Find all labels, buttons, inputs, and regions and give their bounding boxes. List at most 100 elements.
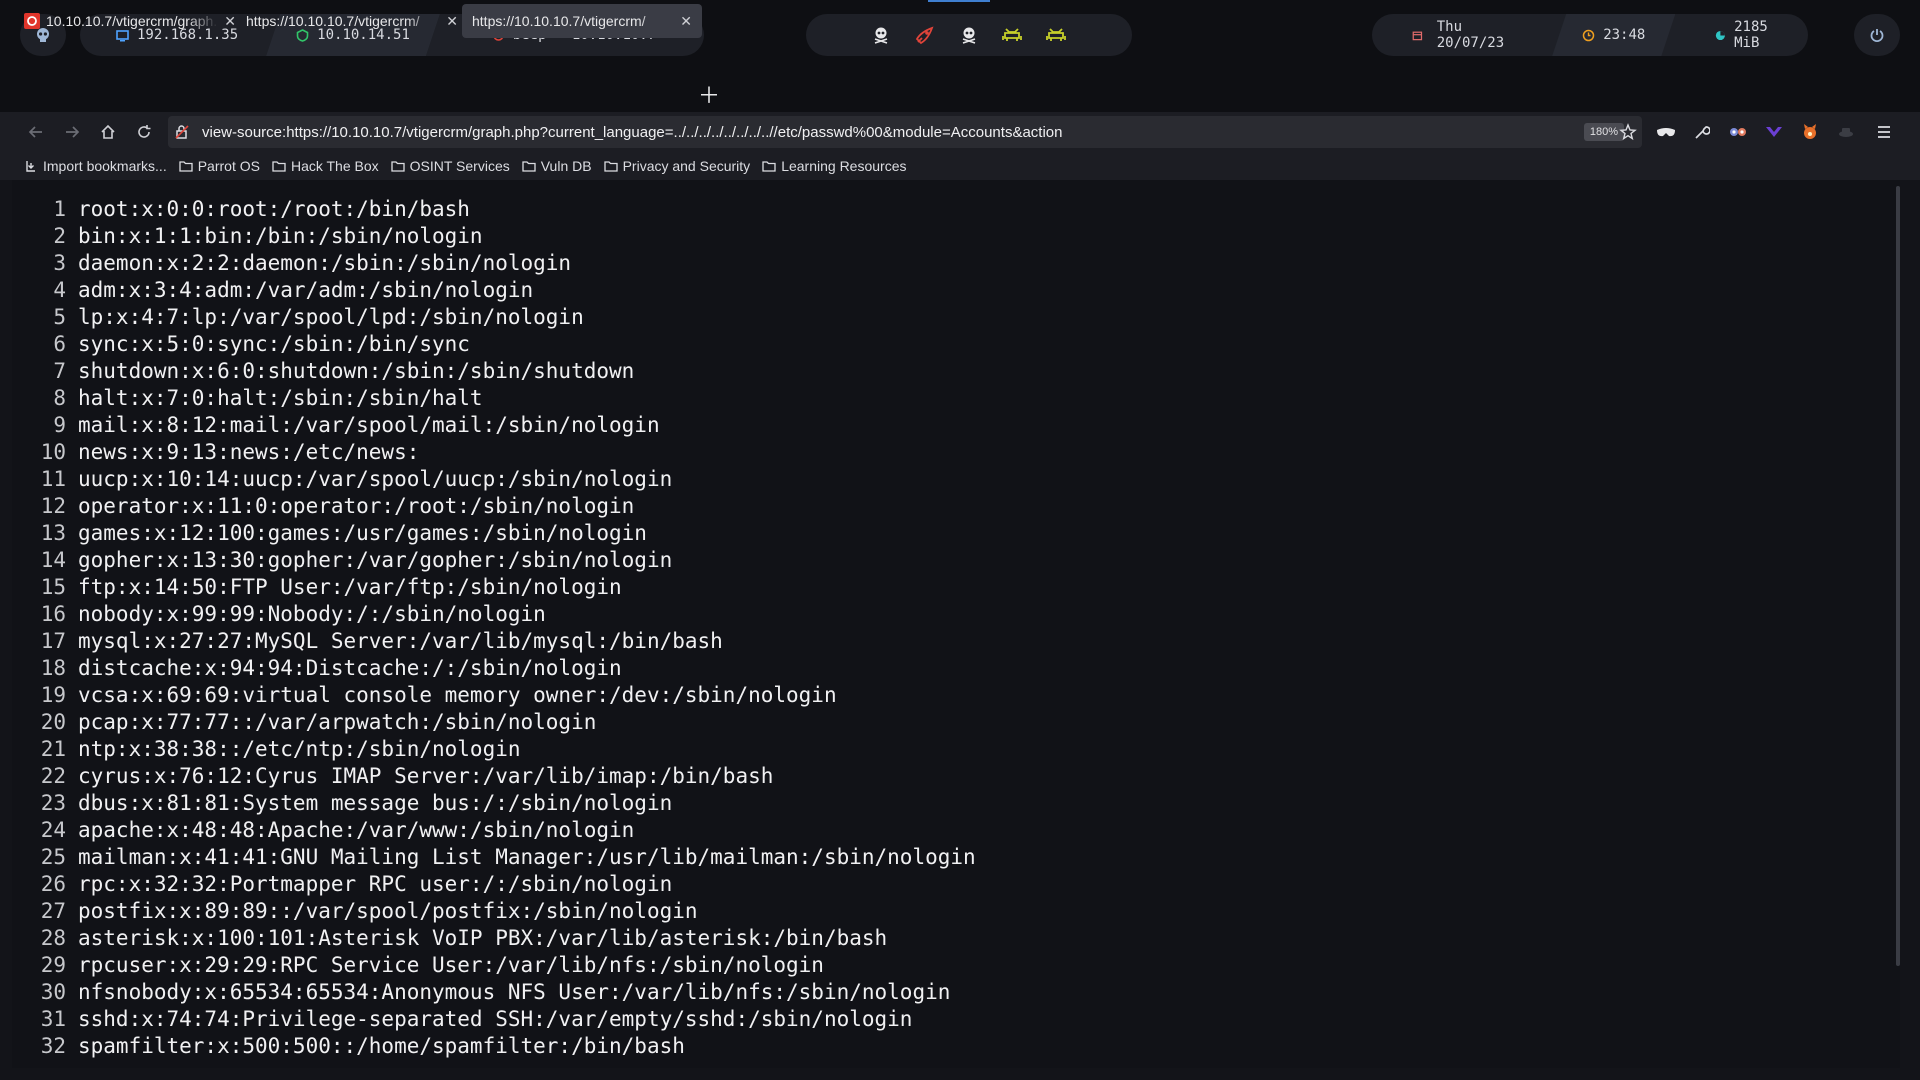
back-button[interactable] [24,120,48,144]
source-line: 15 ftp:x:14:50:FTP User:/var/ftp:/sbin/no… [12,574,976,601]
line-text: news:x:9:13:news:/etc/news: [78,440,420,464]
extension-button-1[interactable] [1726,120,1750,144]
line-number: 22 [40,764,66,788]
bookmark-label: Parrot OS [197,158,260,174]
source-line: 27 postfix:x:89:89::/var/spool/postfix:/s… [12,898,976,925]
goggles-icon [1730,128,1746,136]
source-line: 31 sshd:x:74:74:Privilege-separated SSH:/… [12,1006,976,1033]
line-number: 14 [40,548,66,572]
line-text: games:x:12:100:games:/usr/games:/sbin/no… [78,521,647,545]
line-text: mailman:x:41:41:GNU Mailing List Manager… [78,845,976,869]
rocket-icon[interactable] [914,24,936,46]
source-line: 32 spamfilter:x:500:500::/home/spamfilter… [12,1033,976,1060]
line-text: sshd:x:74:74:Privilege-separated SSH:/va… [78,1007,913,1031]
address-bar[interactable]: view-source:https://10.10.10.7/vtigercrm… [168,116,1642,148]
source-line: 19 vcsa:x:69:69:virtual console memory ow… [12,682,976,709]
line-text: operator:x:11:0:operator:/root:/sbin/nol… [78,494,635,518]
wrench-icon [1695,126,1710,139]
view-source-content: 1 root:x:0:0:root:/root:/bin/bash 2 bin:x:1… [12,180,1900,1068]
bookmark-folder-hack-the-box[interactable]: Hack The Box [272,158,379,174]
bookmark-folder-osint-services[interactable]: OSINT Services [390,158,510,174]
line-number: 29 [40,953,66,977]
bookmark-label: Learning Resources [781,158,907,174]
source-line: 18 distcache:x:94:94:Distcache:/:/sbin/no… [12,655,976,682]
devtools-button[interactable] [1690,120,1714,144]
source-line: 12 operator:x:11:0:operator:/root:/sbin/n… [12,493,976,520]
memory-segment: 2185 MiB [1697,14,1808,56]
line-text: bin:x:1:1:bin:/bin:/sbin/nologin [78,224,483,248]
power-button[interactable] [1854,14,1900,56]
source-line: 16 nobody:x:99:99:Nobody:/:/sbin/nologin [12,601,976,628]
forward-button[interactable] [60,120,84,144]
system-status-pill: Thu 20/07/23 23:48 2185 MiB [1372,14,1808,56]
vtiger-favicon-icon [24,13,40,29]
source-line: 28 asterisk:x:100:101:Asterisk VoIP PBX:/… [12,925,976,952]
source-line: 24 apache:x:48:48:Apache:/var/www:/sbin/n… [12,817,976,844]
source-line: 8 halt:x:7:0:halt:/sbin:/sbin/halt [12,385,976,412]
folder-icon [603,161,618,172]
new-tab-button[interactable]: ＋ [698,78,720,110]
line-text: vcsa:x:69:69:virtual console memory owne… [78,683,837,707]
tab-2[interactable]: https://10.10.10.7/vtigercrm/ ✕ [236,4,468,38]
mask-icon [1657,128,1675,137]
browser-tab-strip [0,70,1920,112]
source-line: 17 mysql:x:27:27:MySQL Server:/var/lib/my… [12,628,976,655]
bookmark-folder-privacy-and-security[interactable]: Privacy and Security [603,158,750,174]
extension-button-2[interactable] [1762,120,1786,144]
date-text: Thu 20/07/23 [1436,19,1505,51]
line-number: 15 [40,575,66,599]
source-line: 3 daemon:x:2:2:daemon:/sbin:/sbin/nologin [12,250,976,277]
tab-2-title: https://10.10.10.7/vtigercrm/ [246,13,420,29]
line-number: 11 [40,467,66,491]
clock-segment: 23:48 [1552,14,1675,56]
home-button[interactable] [96,120,120,144]
line-number: 3 [53,251,66,275]
navigation-toolbar: view-source:https://10.10.10.7/vtigercrm… [0,112,1920,152]
hamburger-menu-icon [1878,126,1890,138]
line-text: apache:x:48:48:Apache:/var/www:/sbin/nol… [78,818,635,842]
vertical-scrollbar[interactable] [1896,186,1900,966]
tab-3-title: https://10.10.10.7/vtigercrm/ [472,13,646,29]
tab-1[interactable]: 10.10.10.7/vtigercrm/graph.php ✕ [14,4,246,38]
source-line: 29 rpcuser:x:29:29:RPC Service User:/var/… [12,952,976,979]
memory-icon [1716,30,1726,40]
line-text: rpcuser:x:29:29:RPC Service User:/var/li… [78,953,824,977]
line-number: 1 [53,197,66,221]
line-text: gopher:x:13:30:gopher:/var/gopher:/sbin/… [78,548,673,572]
tab-3-active[interactable]: https://10.10.10.7/vtigercrm/ ✕ [462,4,702,38]
source-line: 23 dbus:x:81:81:System message bus:/:/sbi… [12,790,976,817]
reload-button[interactable] [132,120,156,144]
url-text[interactable]: view-source:https://10.10.10.7/vtigercrm… [202,124,1552,141]
line-text: adm:x:3:4:adm:/var/adm:/sbin/nologin [78,278,534,302]
line-number: 32 [40,1034,66,1058]
bookmark-label: Vuln DB [540,158,592,174]
alien-icon[interactable] [1002,27,1022,43]
close-icon[interactable]: ✕ [446,13,458,30]
bookmark-import[interactable]: Import bookmarks... [24,158,167,174]
bookmark-folder-learning-resources[interactable]: Learning Resources [762,158,906,174]
line-text: halt:x:7:0:halt:/sbin:/sbin/halt [78,386,483,410]
skull-icon[interactable] [872,26,890,44]
close-icon[interactable]: ✕ [680,13,692,30]
line-number: 28 [40,926,66,950]
import-icon [26,161,35,172]
folder-icon [762,161,776,172]
bookmark-folder-parrot-os[interactable]: Parrot OS [179,158,260,174]
line-number: 26 [40,872,66,896]
bookmark-folder-vuln-db[interactable]: Vuln DB [522,158,592,174]
app-menu-button[interactable] [1872,120,1896,144]
skull-icon[interactable] [960,26,978,44]
alien-icon[interactable] [1046,27,1066,43]
bookmark-star-button[interactable] [1616,120,1640,144]
line-text: dbus:x:81:81:System message bus:/:/sbin/… [78,791,673,815]
extension-button-4[interactable] [1834,120,1858,144]
source-line: 1 root:x:0:0:root:/root:/bin/bash [12,196,976,223]
line-number: 6 [53,332,66,356]
wappalyzer-icon [1766,127,1782,137]
bookmark-label: Hack The Box [290,158,379,174]
extension-button-3[interactable] [1798,120,1822,144]
source-line: 7 shutdown:x:6:0:shutdown:/sbin:/sbin/shu… [12,358,976,385]
private-mode-button[interactable] [1654,120,1678,144]
close-icon[interactable]: ✕ [224,13,236,30]
reload-icon [138,125,151,138]
